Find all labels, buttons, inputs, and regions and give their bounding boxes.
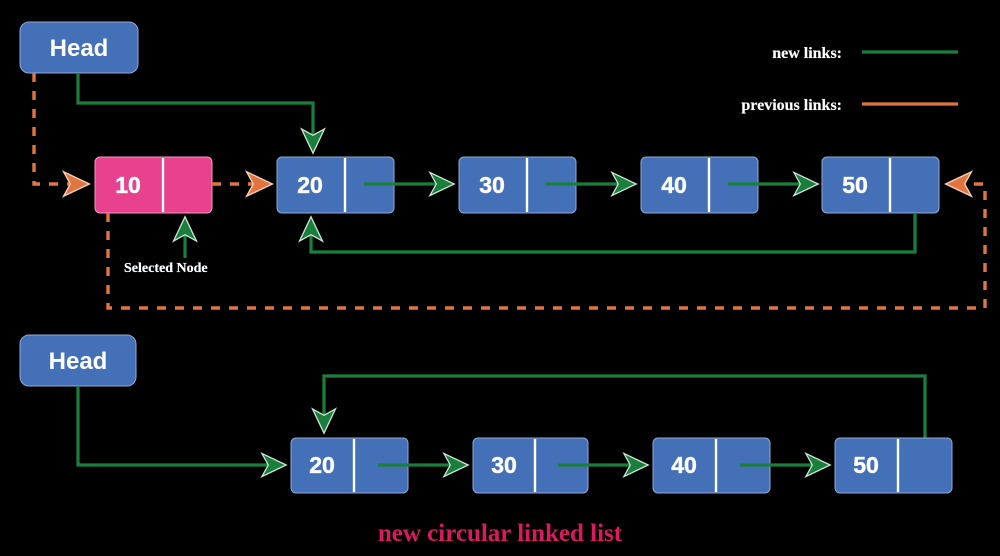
new-link-head-to-20-top <box>76 73 326 155</box>
new-link-head-to-20-bottom <box>76 386 288 478</box>
legend-item-new-links-label: new links: <box>772 45 842 62</box>
node-40-bottom-value: 40 <box>671 452 697 478</box>
head-box-bottom: Head <box>19 334 137 387</box>
new-link-50-to-20-circular-top <box>298 213 917 254</box>
head-box-bottom-label: Head <box>49 348 108 375</box>
node-50-top-rect <box>821 156 940 214</box>
node-10-top-value: 10 <box>115 172 141 198</box>
node-20-bottom-value: 20 <box>309 452 335 478</box>
node-50-bottom[interactable]: 50 <box>834 437 953 494</box>
legend: new links: previous links: <box>741 45 958 114</box>
node-10-top[interactable]: 10 <box>94 156 213 214</box>
diagram-caption: new circular linked list <box>378 520 623 547</box>
node-50-top-value: 50 <box>842 172 868 198</box>
legend-item-previous-links-label: previous links: <box>741 97 842 114</box>
node-50-top[interactable]: 50 <box>821 156 940 214</box>
node-30-top-value: 30 <box>479 172 505 198</box>
node-20-top-value: 20 <box>297 172 323 198</box>
node-10-top-rect <box>94 156 213 214</box>
head-box-top: Head <box>19 21 139 74</box>
new-link-50-to-20-circular-bottom <box>311 374 927 438</box>
selected-node-annotation-label: Selected Node <box>124 261 208 276</box>
node-40-top-value: 40 <box>661 172 687 198</box>
linked-list-diagram: Head 10 20 30 40 50 Selected Node new li… <box>19 21 987 547</box>
node-30-bottom-value: 30 <box>491 452 517 478</box>
node-50-bottom-value: 50 <box>853 452 879 478</box>
head-box-top-label: Head <box>50 35 109 62</box>
diagram-canvas: Head 10 20 30 40 50 Selected Node new li… <box>0 0 1000 556</box>
